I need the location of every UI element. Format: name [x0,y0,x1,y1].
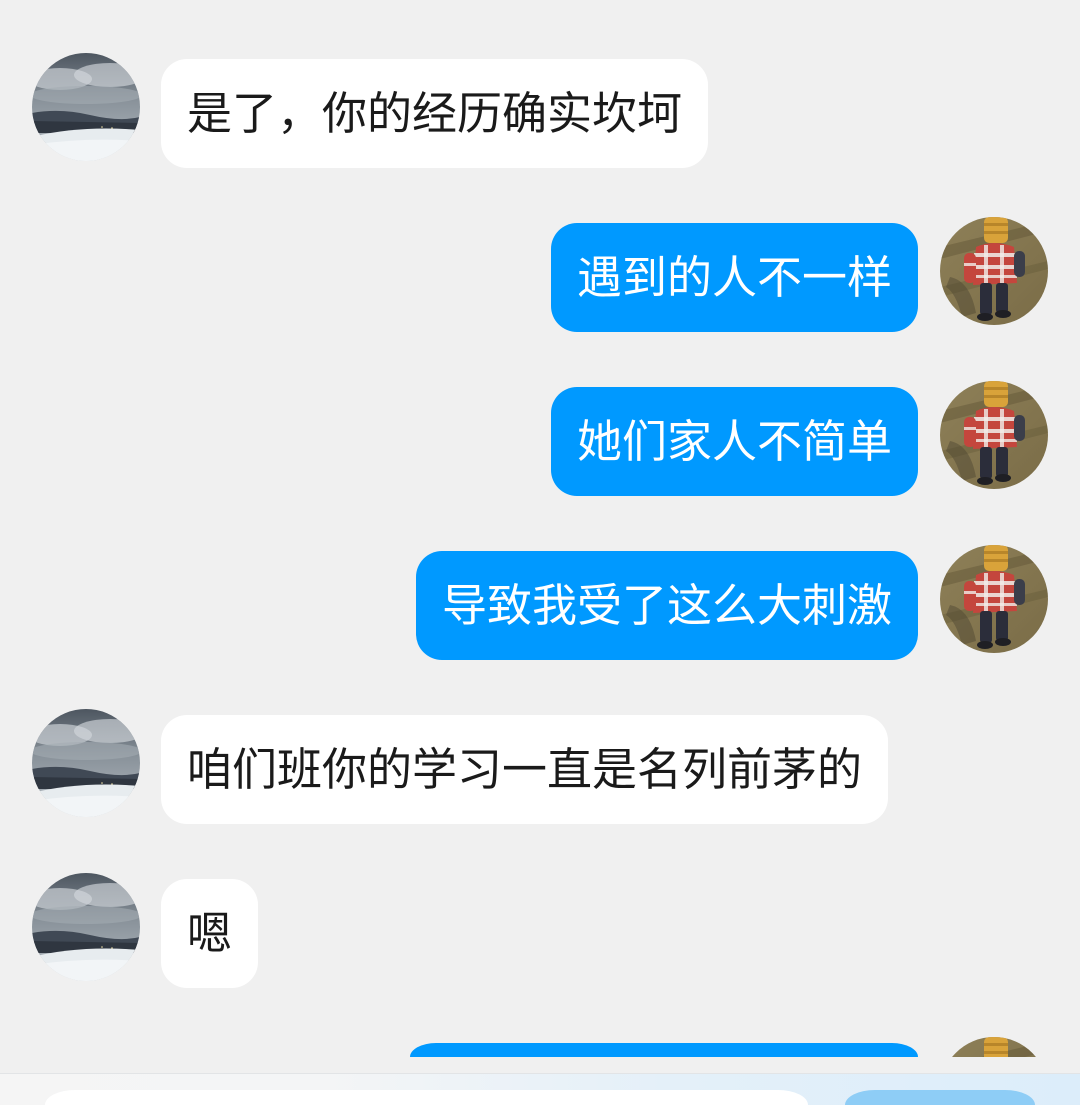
message-row: 咱们班你的学习一直是名列前茅的 [0,709,1080,873]
contact-avatar[interactable] [32,709,140,817]
send-button[interactable] [845,1090,1035,1105]
input-bar [0,1073,1080,1105]
outgoing-message-bubble[interactable]: 遇到的人不一样 [550,223,918,332]
my-avatar[interactable] [940,1037,1048,1057]
incoming-message-bubble[interactable]: 是了，你的经历确实坎坷 [161,59,709,168]
message-text: 咱们班你的学习一直是名列前茅的 [187,743,863,796]
message-input[interactable] [45,1090,808,1105]
my-avatar[interactable] [940,545,1048,653]
message-text: 导致我受了这么大刺激 [441,579,892,632]
chat-screen: 是了，你的经历确实坎坷 遇到的人不一样 她们家人不简单 导致我受了这么大刺激 咱… [0,0,1080,1105]
message-text: 嗯 [187,907,233,960]
contact-avatar[interactable] [32,873,140,981]
my-avatar[interactable] [940,217,1048,325]
contact-avatar[interactable] [32,53,140,161]
my-avatar[interactable] [940,381,1048,489]
incoming-message-bubble[interactable]: 咱们班你的学习一直是名列前茅的 [161,715,889,824]
incoming-message-bubble[interactable]: 嗯 [161,879,259,988]
outgoing-message-bubble[interactable]: 她们家人不简单 [550,387,918,496]
message-row: 遇到的人不一样 [0,217,1080,381]
message-text: 是了，你的经历确实坎坷 [187,87,683,140]
message-row: 是了，你的经历确实坎坷 [0,53,1080,217]
message-row [0,1037,1080,1057]
message-row: 嗯 [0,873,1080,1037]
message-row: 导致我受了这么大刺激 [0,545,1080,709]
outgoing-message-bubble[interactable]: 导致我受了这么大刺激 [415,551,918,660]
message-text: 遇到的人不一样 [576,251,892,304]
message-row: 她们家人不简单 [0,381,1080,545]
message-text: 她们家人不简单 [576,415,892,468]
message-list[interactable]: 是了，你的经历确实坎坷 遇到的人不一样 她们家人不简单 导致我受了这么大刺激 咱… [0,53,1080,1057]
outgoing-message-bubble[interactable] [410,1043,918,1057]
